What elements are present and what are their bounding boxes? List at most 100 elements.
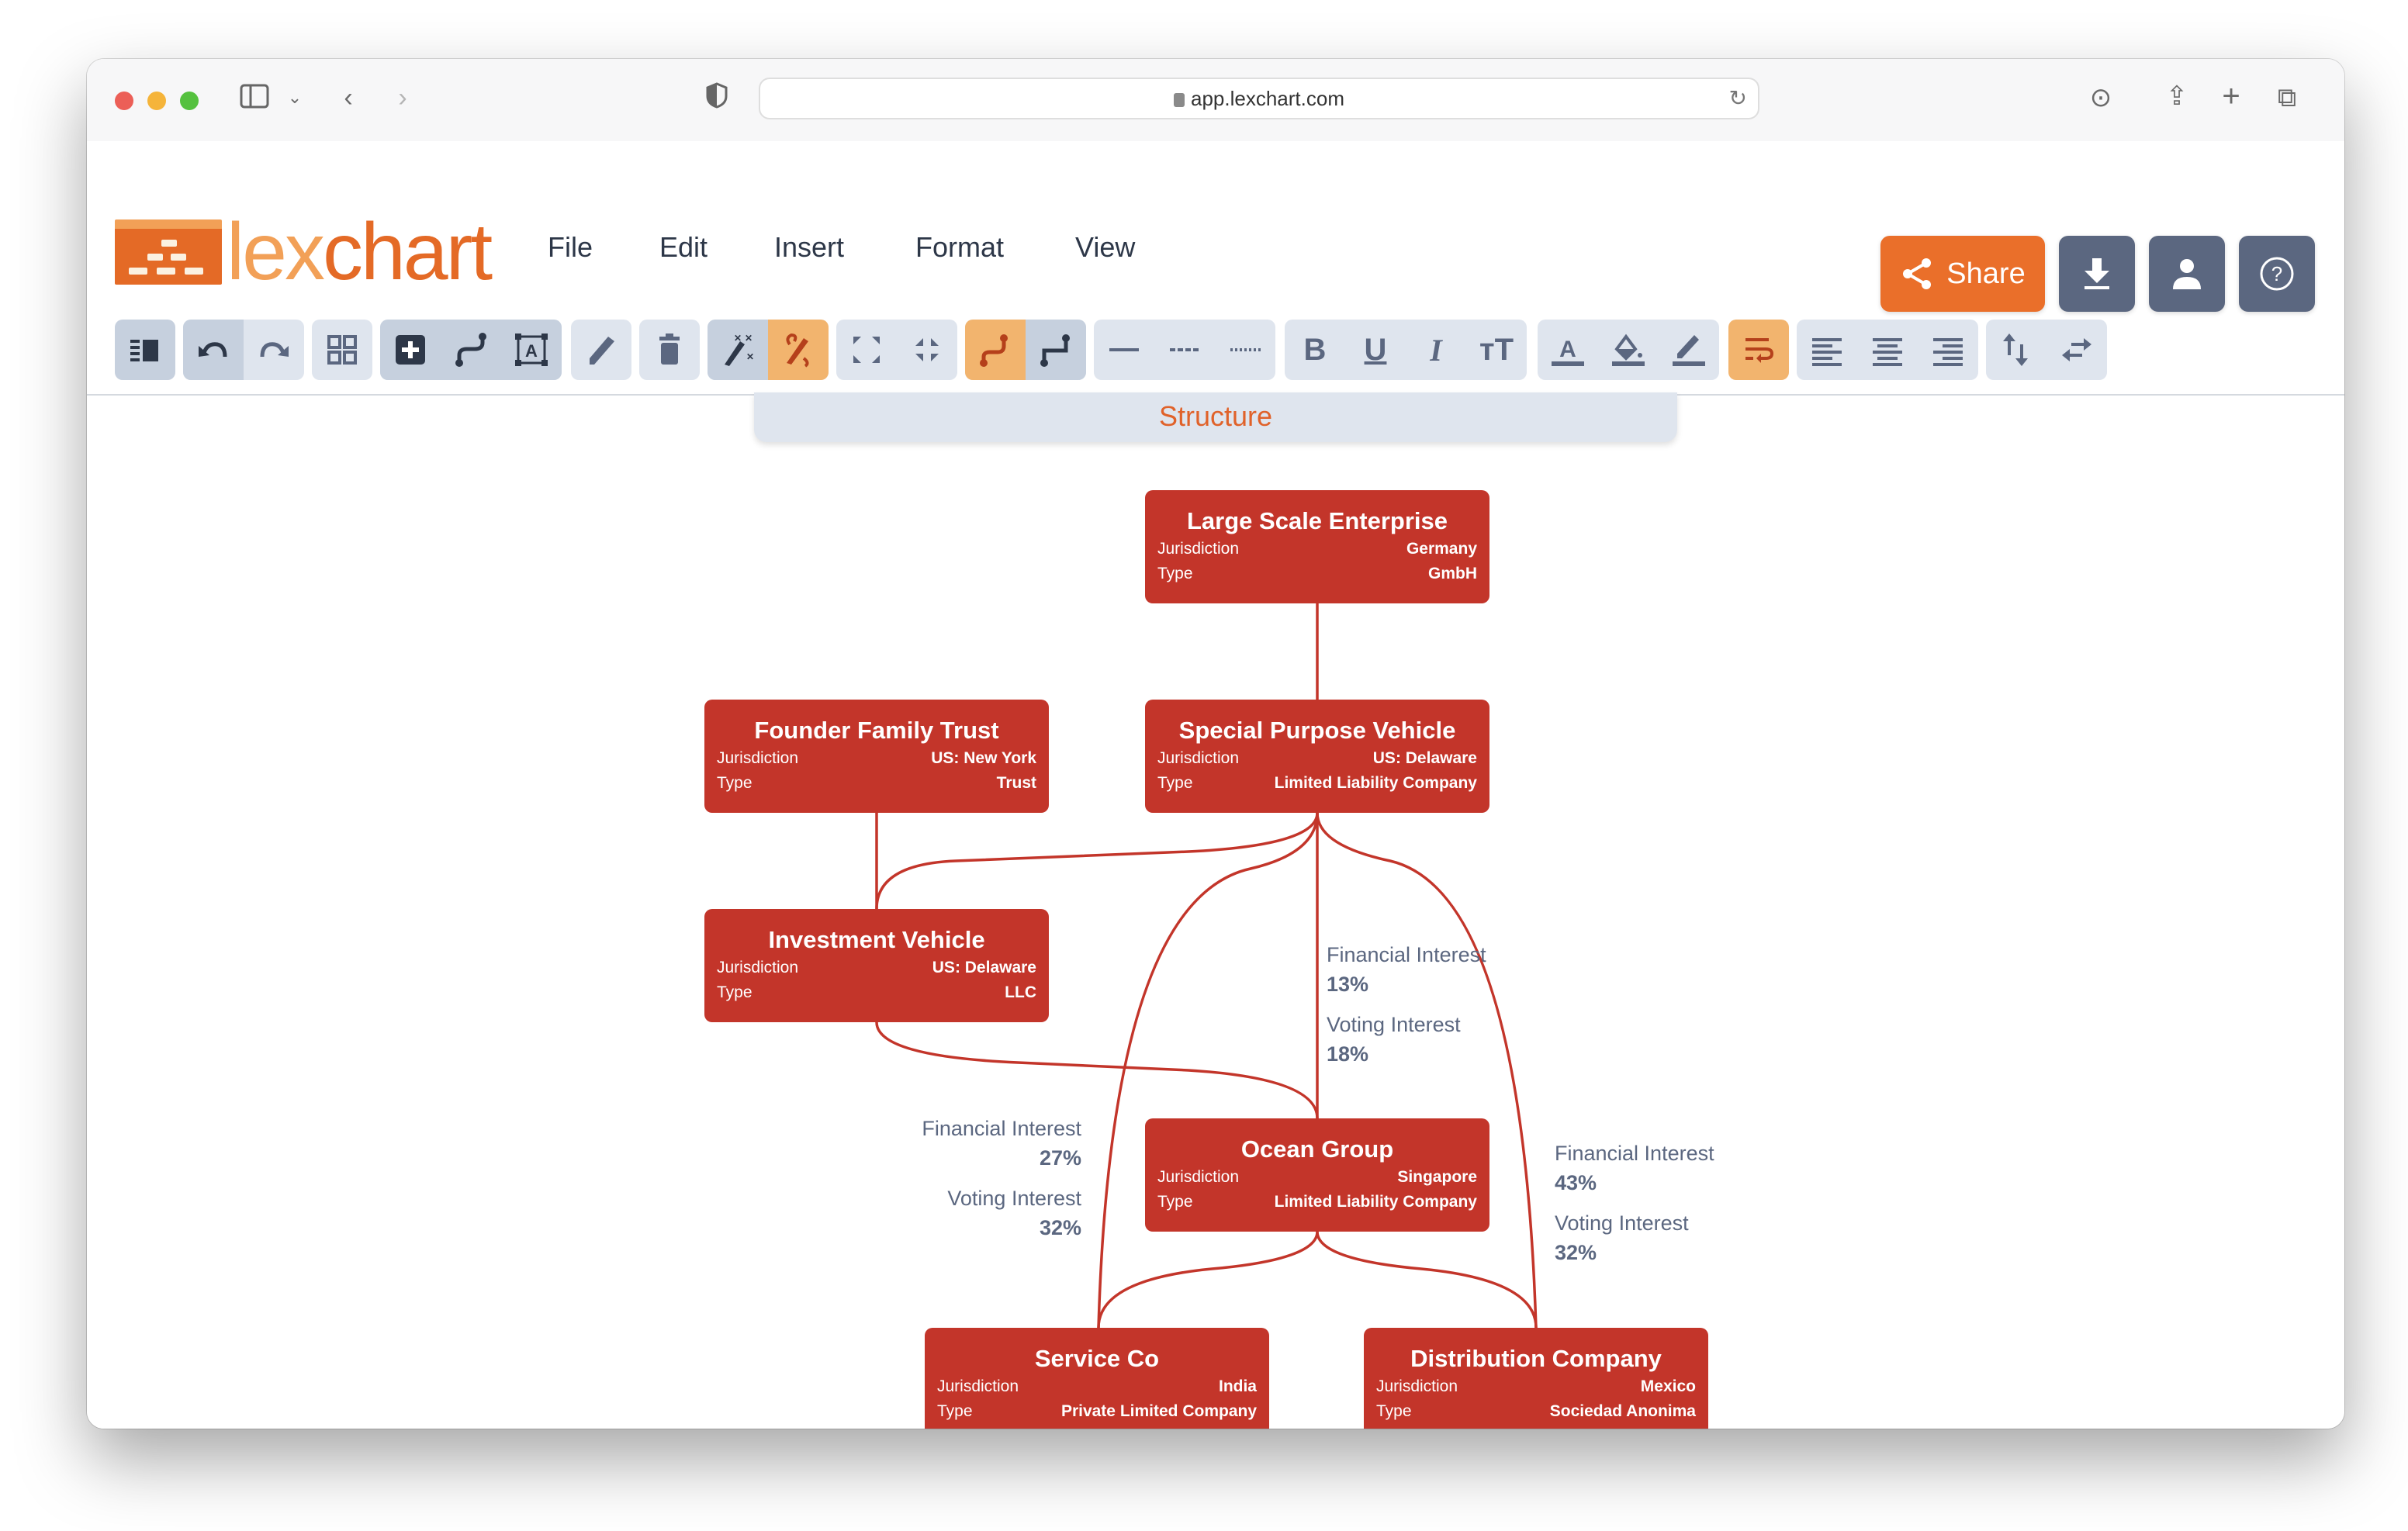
close-window-button[interactable] [115,92,133,110]
entity-node[interactable]: Founder Family Trust Jurisdiction US: New… [704,700,1049,813]
menu-view[interactable]: View [1075,231,1135,264]
elbow-line-button[interactable] [1026,320,1086,380]
download-button[interactable] [2059,236,2135,312]
edge-label-spv-ocean[interactable]: Financial Interest 13% Voting Interest 1… [1327,940,1486,1069]
auto-route-button[interactable] [768,320,829,380]
text-box-button[interactable]: A [501,320,562,380]
menu-format[interactable]: Format [915,231,1004,264]
bold-icon: B [1303,332,1327,367]
diagram-canvas[interactable]: Structure Large Scale Enterprise Jurisdi… [87,392,2344,1429]
bold-button[interactable]: B [1285,320,1345,380]
vertical-swap-button[interactable] [1986,320,2046,380]
lexchart-logo[interactable]: lexchart [115,212,493,292]
text-box-icon: A [515,334,548,366]
horizontal-swap-button[interactable] [2046,320,2107,380]
share-sheet-icon[interactable]: ⇪ [2163,81,2191,112]
jurisdiction-label: Jurisdiction [717,749,799,767]
diagram-title[interactable]: Structure [754,392,1677,442]
dotted-line-icon [1230,348,1261,351]
collapse-icon [915,338,939,361]
help-button[interactable]: ? [2239,236,2315,312]
magic-wand-button[interactable]: ✕ ✕ ✕ [708,320,768,380]
toolbar-group-edit [571,320,631,380]
curved-line-button[interactable] [965,320,1026,380]
align-right-button[interactable] [1918,320,1978,380]
financial-interest-value: 27% [1039,1146,1081,1170]
downloads-icon[interactable]: ⊙ [2085,82,2116,113]
logo-text-chart: chart [322,207,493,297]
edit-button[interactable] [571,320,631,380]
chevron-down-icon[interactable]: ⌄ [285,82,304,113]
jurisdiction-label: Jurisdiction [717,959,799,976]
menu-insert[interactable]: Insert [774,231,844,264]
help-icon: ? [2260,257,2294,291]
horizontal-swap-icon [2062,338,2091,361]
tab-overview-icon[interactable]: ⧉ [2271,82,2302,113]
line-color-button[interactable] [1659,320,1719,380]
font-color-button[interactable]: A [1538,320,1598,380]
svg-text:✕: ✕ [745,333,752,344]
sidebar-icon[interactable] [239,84,270,116]
maximize-window-button[interactable] [180,92,199,110]
address-bar[interactable]: app.lexchart.com ↻ [759,78,1759,119]
type-label: Type [1157,565,1193,582]
app-header: lexchart File Edit Insert Format View Sh… [87,141,2344,396]
align-center-icon [1873,338,1902,366]
solid-line-button[interactable] [1094,320,1154,380]
italic-icon: I [1430,332,1442,368]
align-left-button[interactable] [1797,320,1857,380]
forward-icon[interactable]: › [391,82,414,113]
shield-icon[interactable] [703,82,731,116]
account-button[interactable] [2149,236,2225,312]
minimize-window-button[interactable] [147,92,166,110]
connector-button[interactable] [441,320,501,380]
edge-label-spv-service[interactable]: Financial Interest 27% Voting Interest 3… [909,1114,1081,1242]
svg-text:✕: ✕ [746,351,754,362]
back-icon[interactable]: ‹ [337,82,360,113]
logo-text-lex: lex [227,207,325,297]
undo-button[interactable] [183,320,244,380]
financial-interest-label: Financial Interest [1327,943,1486,966]
underline-icon: U [1364,332,1387,367]
expand-button[interactable] [836,320,897,380]
new-tab-icon[interactable]: + [2217,81,2245,112]
underline-button[interactable]: U [1345,320,1406,380]
collapse-button[interactable] [897,320,957,380]
dotted-line-button[interactable] [1215,320,1275,380]
dashed-line-button[interactable] [1154,320,1215,380]
redo-button[interactable] [244,320,304,380]
grid-button[interactable] [312,320,372,380]
curved-line-icon [980,334,1008,367]
edge-label-spv-distribution[interactable]: Financial Interest 43% Voting Interest 3… [1555,1139,1714,1267]
financial-interest-value: 43% [1555,1171,1597,1194]
align-left-icon [1812,338,1842,366]
menu-file[interactable]: File [548,231,593,264]
sidebar-toggle-button[interactable] [115,320,175,380]
italic-button[interactable]: I [1406,320,1466,380]
entity-node[interactable]: Large Scale Enterprise Jurisdiction Germa… [1145,490,1489,603]
reload-icon[interactable]: ↻ [1729,85,1747,111]
fill-color-button[interactable] [1598,320,1659,380]
text-wrap-button[interactable] [1728,320,1789,380]
toolbar-group-delete [639,320,700,380]
financial-interest-label: Financial Interest [1555,1142,1714,1165]
edge-ocean-distribution [1316,1231,1538,1329]
jurisdiction-value: Singapore [1397,1168,1477,1186]
entity-node[interactable]: Special Purpose Vehicle Jurisdiction US: … [1145,700,1489,813]
delete-button[interactable] [639,320,700,380]
entity-node[interactable]: Distribution Company Jurisdiction Mexico … [1364,1328,1708,1429]
add-node-button[interactable] [380,320,441,380]
type-label: Type [937,1402,973,1420]
entity-node[interactable]: Ocean Group Jurisdiction Singapore Type Li… [1145,1118,1489,1232]
jurisdiction-value: US: Delaware [932,959,1036,976]
type-value: Private Limited Company [1060,1402,1257,1420]
type-value: LLC [1005,983,1036,1001]
entity-node[interactable]: Investment Vehicle Jurisdiction US: Delaw… [704,909,1049,1022]
entity-node[interactable]: Service Co Jurisdiction India Type Private… [925,1328,1269,1429]
font-color-icon: A [1552,337,1584,366]
toolbar-group-panel [115,320,175,380]
menu-edit[interactable]: Edit [659,231,708,264]
align-center-button[interactable] [1857,320,1918,380]
share-button[interactable]: Share [1880,236,2045,312]
text-size-button[interactable]: тТ [1466,320,1527,380]
